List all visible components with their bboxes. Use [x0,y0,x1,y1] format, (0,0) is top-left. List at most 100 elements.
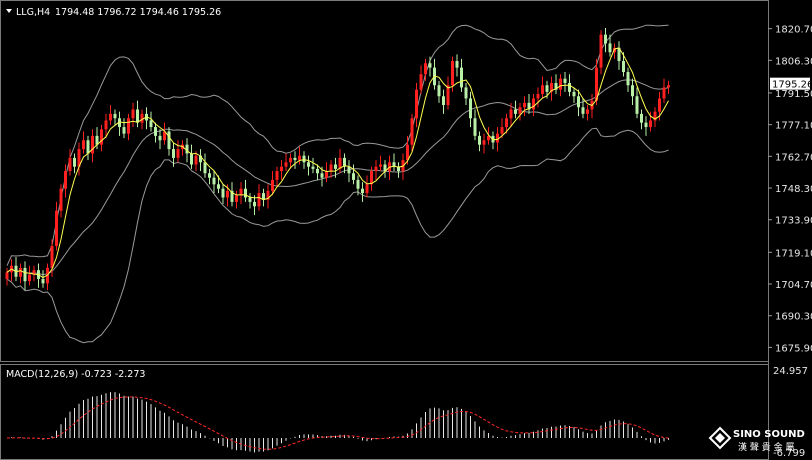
candle-body [194,155,198,165]
y-tick-label: 1704.70 [775,280,812,291]
candle-body [73,157,76,167]
candle-body [172,149,175,158]
watermark-brand: SINO SOUND [733,429,805,440]
bollinger-upper [6,24,669,266]
candle-body [406,144,409,161]
candle-body [109,113,112,121]
watermark-sub: 漢 聲 貴 金 屬 [738,441,794,453]
candle-body [541,85,544,95]
candle-body [293,157,297,161]
macd-histogram [11,392,669,453]
candle-body [460,67,463,88]
candle-body [478,135,481,145]
candle-body [244,188,247,198]
watermark-logo: SINO SOUND 漢 聲 貴 金 屬 [708,426,805,453]
candle-body [635,96,639,114]
candle-body [167,131,171,150]
candle-body [523,102,526,108]
candle-body [415,89,418,119]
current-price-marker: 1795.26 [770,77,812,91]
candle-body [568,83,571,92]
candle-body [275,171,279,180]
candle-body [235,195,238,202]
candle-body [572,91,576,97]
candle-body [217,184,220,189]
candle-body [586,109,589,114]
bollinger-lower [6,127,669,344]
candle-body [64,171,67,189]
candle-body [302,155,306,163]
candle-body [127,118,130,134]
candle-body [329,164,333,172]
candle-body [113,113,117,119]
chart-canvas: LLG,H4 1794.48 1796.72 1794.46 1795.26 1… [0,0,812,460]
candle-body [514,109,517,114]
candlesticks [5,28,670,290]
y-tick-label: 1820.70 [775,25,812,36]
candle-body [59,188,63,211]
candle-body [356,179,360,189]
candle-body [473,118,477,136]
candle-body [257,193,261,207]
candle-body [631,85,634,97]
candle-body [500,127,504,134]
candle-body [604,34,607,44]
candle-body [608,43,612,53]
candle-body [455,61,459,68]
candle-body [599,34,603,68]
candle-body [640,113,643,123]
candle-body [365,184,369,194]
candle-body [410,118,414,145]
candle-body [149,120,153,128]
macd-label: MACD(12,26,9) -0.723 -2.273 [6,369,145,380]
candle-body [464,87,468,99]
y-tick-label: 1777.10 [775,121,812,132]
price-panel-frame [0,0,769,362]
candle-body [347,166,351,174]
candle-body [334,164,337,169]
candle-body [41,278,45,284]
y-tick-label: 1690.30 [775,312,812,323]
candle-body [50,245,54,268]
candle-body [451,61,454,86]
candle-body [176,149,180,158]
candle-body [28,274,31,282]
candle-body [577,96,580,108]
candle-body [622,61,625,73]
candle-body [19,267,22,277]
y-tick-label: 1719.10 [775,248,812,259]
candle-body [361,188,364,194]
candle-body [581,107,585,114]
candle-body [545,85,549,92]
candle-body [379,164,382,167]
candle-body [82,140,85,150]
candle-body [248,197,252,202]
candle-body [320,173,324,178]
candle-body [289,157,292,163]
candle-body [23,267,27,282]
candle-body [284,162,288,167]
candle-body [311,166,315,169]
candle-body [662,87,666,99]
candle-body [100,129,103,145]
candle-body [190,153,193,165]
candle-body [203,162,207,174]
candle-body [626,72,630,86]
candle-body [131,109,135,119]
candle-body [298,155,301,161]
candle-body [86,140,90,154]
candle-body [239,188,243,196]
candle-body [352,173,355,180]
candle-body [469,98,472,119]
candle-body [325,171,328,178]
macd-top-value: 24.957 [773,366,808,377]
candle-body [271,179,274,191]
y-tick-label: 1733.90 [775,216,812,227]
candle-body [154,127,157,136]
dropdown-triangle-icon[interactable] [6,9,12,13]
y-tick-label: 1806.30 [775,56,812,67]
candle-body [374,166,378,172]
candle-body [442,96,445,106]
candle-body [221,188,225,198]
candle-body [68,157,72,172]
